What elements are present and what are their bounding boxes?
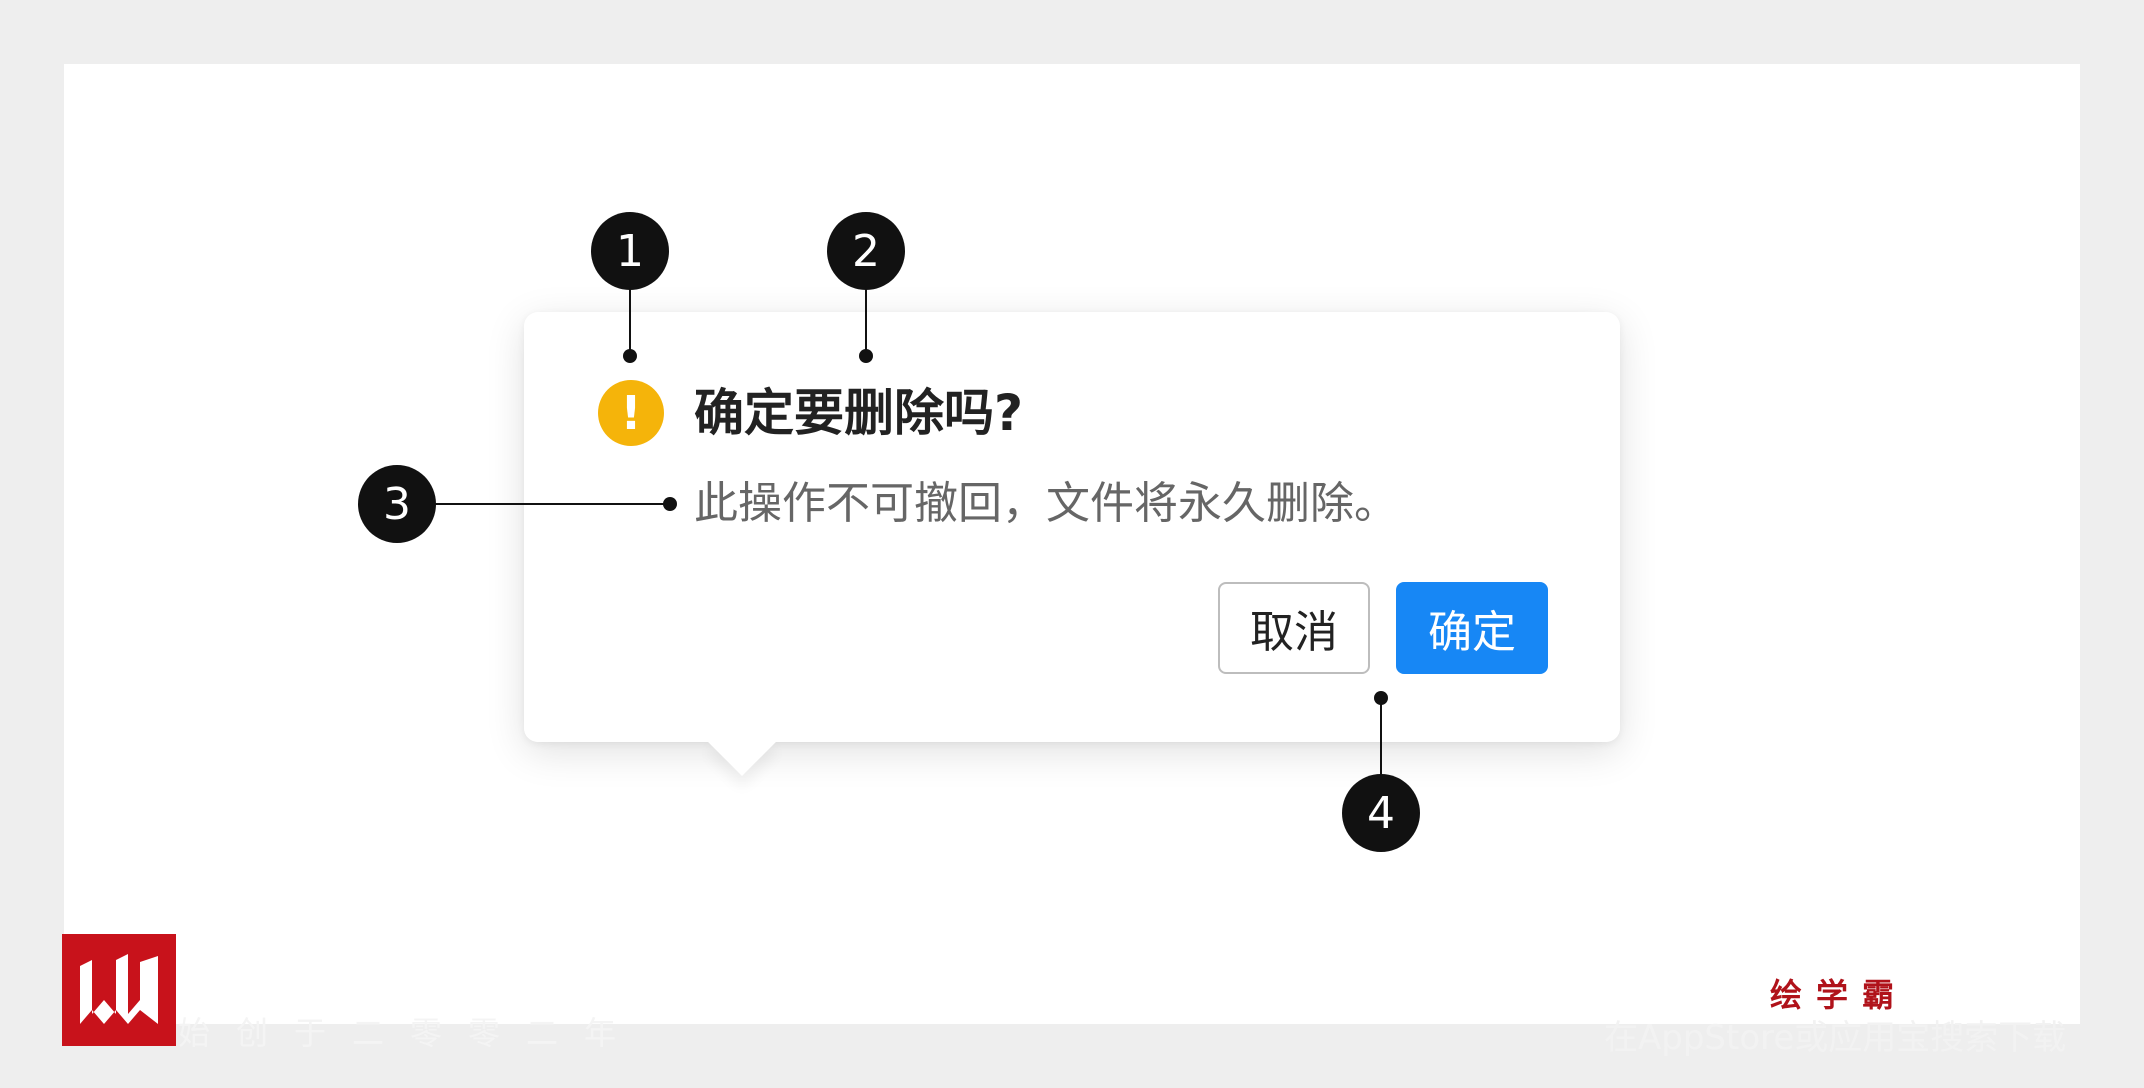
popconfirm-arrow-cover	[524, 700, 1620, 742]
callout-2-dot	[859, 349, 873, 363]
callout-1-badge: 1	[591, 212, 669, 290]
dialog-title: 确定要删除吗?	[694, 384, 1024, 442]
exclamation-glyph: !	[620, 386, 642, 440]
callout-1-dot	[623, 349, 637, 363]
footer-left-text: 始创于二零零二年	[178, 1014, 643, 1052]
brand-logo	[62, 934, 176, 1046]
dialog-description: 此操作不可撤回，文件将永久删除。	[694, 478, 1398, 529]
brand-logo-mark	[80, 954, 158, 1024]
cancel-button[interactable]: 取消	[1218, 582, 1370, 674]
callout-3-line	[400, 503, 670, 505]
footer-right-text: 在AppStore或应用宝搜索下载	[1604, 1018, 2067, 1058]
callout-3-badge: 3	[358, 465, 436, 543]
callout-2-badge: 2	[827, 212, 905, 290]
confirm-button[interactable]: 确定	[1396, 582, 1548, 674]
callout-3-dot	[663, 497, 677, 511]
exclamation-circle-icon: !	[598, 380, 664, 446]
callout-4-badge: 4	[1342, 774, 1420, 852]
callout-4-dot	[1374, 691, 1388, 705]
